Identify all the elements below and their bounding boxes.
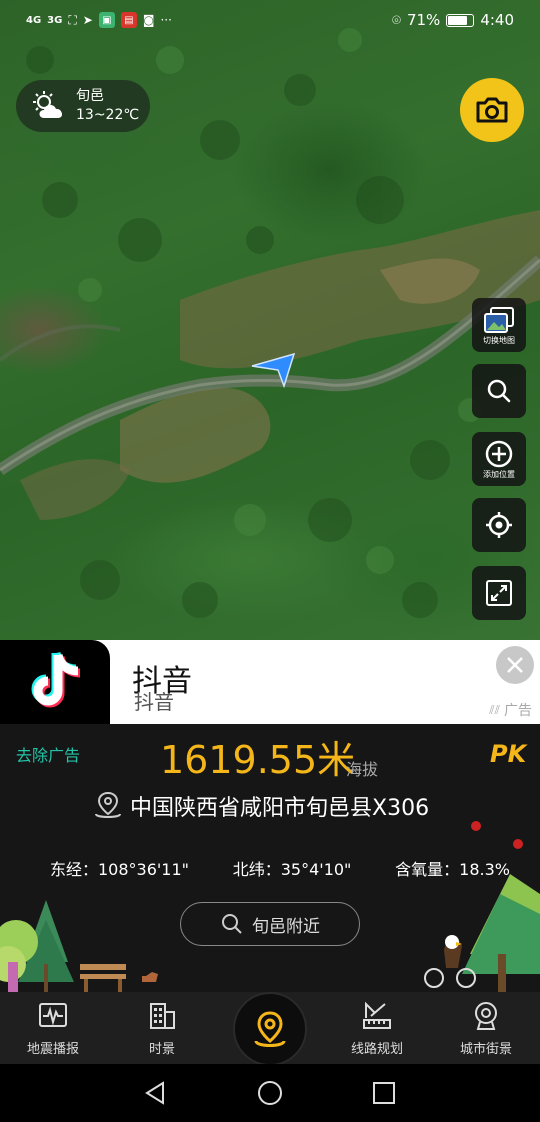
search-button[interactable] (472, 364, 526, 418)
telegram-icon: ➤ (82, 13, 93, 27)
weather-widget[interactable]: 旬邑 13~22℃ (16, 80, 150, 132)
add-circle-icon (485, 440, 513, 467)
building-icon (150, 1003, 175, 1029)
nav-route-planning[interactable]: 线路规划 (332, 1000, 422, 1057)
nav-timescape-label: 时景 (148, 1042, 175, 1057)
nav-earthquake-label: 地震播报 (26, 1042, 79, 1057)
nearby-search-button[interactable]: 旬邑附近 (180, 902, 360, 946)
street-view-icon (475, 1002, 497, 1030)
ad-banner[interactable]: 抖音 抖音 ⫽⫽ 广告 (0, 640, 540, 724)
status-right: ⌾ 71% 4:40 (392, 11, 514, 29)
douyin-note-icon (31, 651, 81, 708)
home-icon[interactable] (256, 1079, 284, 1107)
ad-subtitle: 抖音 (134, 690, 174, 714)
status-bar: 4G 3G ⛶ ➤ ▣ ▤ ◙ ··· ⌾ 71% 4:40 (0, 0, 540, 40)
signal-4g: 4G (26, 14, 42, 26)
search-icon (222, 914, 242, 934)
app-icon-red: ▤ (120, 12, 137, 28)
location-status-icon: ⌾ (391, 11, 401, 29)
switch-map-label: 切换地图 (483, 335, 515, 345)
nav-timescape[interactable]: 时景 (117, 1000, 207, 1057)
recent-apps-icon[interactable] (371, 1080, 397, 1106)
add-location-label: 添加位置 (483, 469, 515, 479)
close-icon (507, 657, 523, 673)
camera-small-icon: ◙ (142, 13, 155, 27)
location-info-panel: 去除广告 1619.55米 海拔 PK 中国陕西省咸阳市旬邑县X306 东经：1… (0, 724, 540, 992)
partly-cloudy-icon (33, 91, 63, 118)
camera-button[interactable] (460, 78, 524, 142)
expand-icon (486, 580, 512, 606)
earthquake-icon (39, 1003, 67, 1027)
douyin-logo (0, 640, 110, 724)
battery-icon (446, 13, 475, 27)
ad-tag: ⫽⫽ 广告 (489, 700, 532, 720)
back-icon[interactable] (143, 1080, 169, 1106)
longitude: 东经：108°36'11" (50, 860, 190, 879)
map-pin-icon (95, 791, 121, 818)
pk-button[interactable]: PK (490, 740, 526, 768)
app-icon-green: ▣ (98, 12, 115, 28)
notification-icon: ⛶ (68, 12, 77, 27)
address-row: 中国陕西省咸阳市旬邑县X306 (92, 790, 429, 822)
more-notifications-icon: ··· (160, 13, 172, 27)
latitude: 北纬：35°4'10" (232, 860, 352, 879)
signal-3g: 3G (47, 14, 63, 26)
ad-mark-icon: ⫽⫽ (489, 702, 500, 717)
nav-street-view[interactable]: 城市街景 (441, 1000, 531, 1057)
altitude-label: 海拔 (346, 760, 379, 779)
search-icon (487, 379, 511, 403)
nav-earthquake[interactable]: 地震播报 (8, 1000, 98, 1057)
ad-close-button[interactable] (496, 646, 534, 684)
coordinates-row: 东经：108°36'11" 北纬：35°4'10" 含氧量：18.3% (50, 856, 510, 880)
clock: 4:40 (480, 11, 514, 29)
satellite-map[interactable]: 4G 3G ⛶ ➤ ▣ ▤ ◙ ··· ⌾ 71% 4:40 旬邑 13~22℃… (0, 0, 540, 640)
switch-map-button[interactable]: 切换地图 (472, 298, 526, 352)
fullscreen-button[interactable] (472, 566, 526, 620)
altitude-value: 1619.55米 (160, 738, 356, 782)
system-navigation-bar (0, 1064, 540, 1122)
camera-icon (476, 97, 508, 123)
bottom-navigation: 地震播报 时景 线路规划 城市街景 (0, 992, 540, 1066)
route-ruler-icon (363, 1001, 391, 1029)
weather-city: 旬邑 (76, 88, 104, 104)
ad-tag-label: 广告 (504, 703, 532, 719)
address-text: 中国陕西省咸阳市旬邑县X306 (130, 796, 430, 821)
nearby-label: 旬邑附近 (252, 916, 320, 937)
remove-ad-link[interactable]: 去除广告 (16, 742, 80, 766)
location-pin-icon (254, 1011, 286, 1047)
add-location-button[interactable]: 添加位置 (472, 432, 526, 486)
nav-location-center-button[interactable] (233, 992, 307, 1066)
locate-me-button[interactable] (472, 498, 526, 552)
weather-temp: 13~22℃ (76, 107, 140, 123)
crosshair-icon (486, 512, 512, 538)
switch-map-icon (484, 306, 514, 333)
oxygen-level: 含氧量：18.3% (395, 860, 510, 879)
nav-route-planning-label: 线路规划 (350, 1042, 403, 1057)
battery-percent: 71% (406, 11, 441, 29)
nav-street-view-label: 城市街景 (459, 1042, 512, 1057)
current-location-arrow-icon (251, 352, 296, 388)
status-left: 4G 3G ⛶ ➤ ▣ ▤ ◙ ··· (26, 12, 172, 28)
